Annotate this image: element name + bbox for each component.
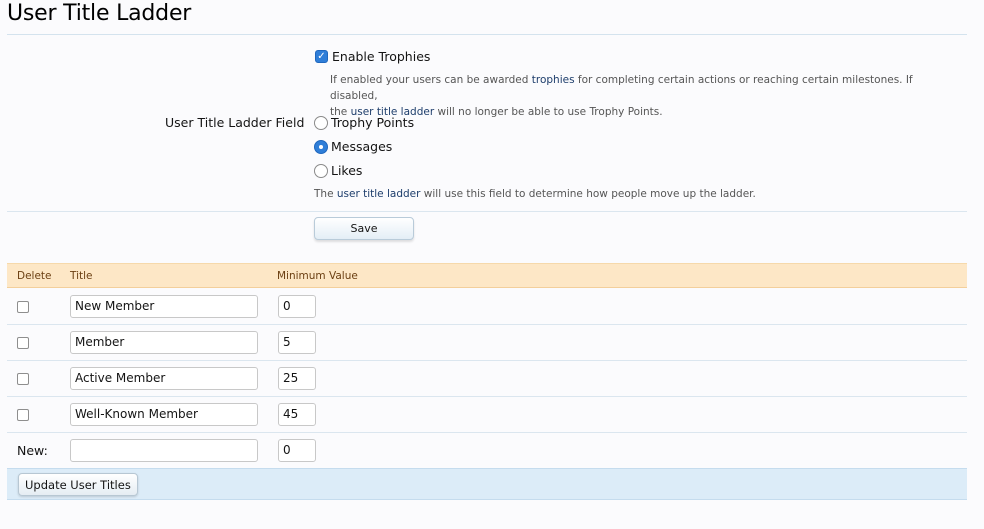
title-input[interactable]: New Member bbox=[70, 295, 258, 318]
header-minimum-value: Minimum Value bbox=[277, 270, 358, 282]
delete-checkbox[interactable] bbox=[17, 301, 29, 313]
radio-label: Trophy Points bbox=[331, 115, 415, 130]
section-divider bbox=[7, 211, 967, 212]
minimum-value-input[interactable]: 5 bbox=[278, 331, 316, 354]
ladder-field-explain: The user title ladder will use this fiel… bbox=[314, 186, 954, 202]
radio-button[interactable] bbox=[314, 115, 328, 130]
enable-trophies-option[interactable]: ✓ Enable Trophies bbox=[315, 49, 430, 64]
table-row: New Member 0 bbox=[7, 289, 967, 325]
radio-messages[interactable]: Messages bbox=[314, 139, 392, 154]
table-row: Well-Known Member 45 bbox=[7, 397, 967, 433]
table-row: Active Member 25 bbox=[7, 361, 967, 397]
radio-label: Messages bbox=[331, 139, 393, 154]
title-divider bbox=[7, 34, 967, 35]
save-button[interactable]: Save bbox=[314, 217, 414, 240]
trophies-link[interactable]: trophies bbox=[532, 74, 575, 86]
new-row: New: 0 bbox=[7, 433, 967, 469]
explain-text: will use this field to determine how peo… bbox=[420, 188, 756, 200]
radio-likes[interactable]: Likes bbox=[314, 163, 362, 178]
new-title-input[interactable] bbox=[70, 439, 258, 462]
radio-button[interactable] bbox=[314, 163, 328, 178]
ladder-field-label: User Title Ladder Field bbox=[165, 115, 305, 130]
radio-trophy-points[interactable]: Trophy Points bbox=[314, 115, 414, 130]
table-header: Delete Title Minimum Value bbox=[7, 263, 967, 288]
title-input[interactable]: Member bbox=[70, 331, 258, 354]
enable-trophies-checkbox[interactable]: ✓ bbox=[315, 50, 328, 63]
enable-trophies-label: Enable Trophies bbox=[332, 49, 431, 64]
delete-checkbox[interactable] bbox=[17, 373, 29, 385]
new-row-label: New: bbox=[17, 443, 48, 458]
footer-bar: Update User Titles bbox=[7, 468, 967, 500]
title-input[interactable]: Active Member bbox=[70, 367, 258, 390]
delete-checkbox[interactable] bbox=[17, 409, 29, 421]
radio-label: Likes bbox=[331, 163, 363, 178]
new-minimum-value-input[interactable]: 0 bbox=[278, 439, 316, 462]
minimum-value-input[interactable]: 45 bbox=[278, 403, 316, 426]
user-title-ladder-link[interactable]: user title ladder bbox=[337, 188, 421, 200]
table-row: Member 5 bbox=[7, 325, 967, 361]
update-user-titles-button[interactable]: Update User Titles bbox=[18, 473, 138, 496]
minimum-value-input[interactable]: 0 bbox=[278, 295, 316, 318]
minimum-value-input[interactable]: 25 bbox=[278, 367, 316, 390]
radio-button-selected[interactable] bbox=[314, 139, 328, 154]
header-delete: Delete bbox=[17, 270, 52, 282]
title-input[interactable]: Well-Known Member bbox=[70, 403, 258, 426]
explain-text: If enabled your users can be awarded bbox=[330, 74, 532, 86]
explain-text: The bbox=[314, 188, 337, 200]
enable-trophies-explain: If enabled your users can be awarded tro… bbox=[330, 72, 950, 120]
delete-checkbox[interactable] bbox=[17, 337, 29, 349]
page-title: User Title Ladder bbox=[7, 1, 192, 26]
header-title: Title bbox=[70, 270, 93, 282]
explain-text: will no longer be able to use Trophy Poi… bbox=[434, 106, 663, 118]
